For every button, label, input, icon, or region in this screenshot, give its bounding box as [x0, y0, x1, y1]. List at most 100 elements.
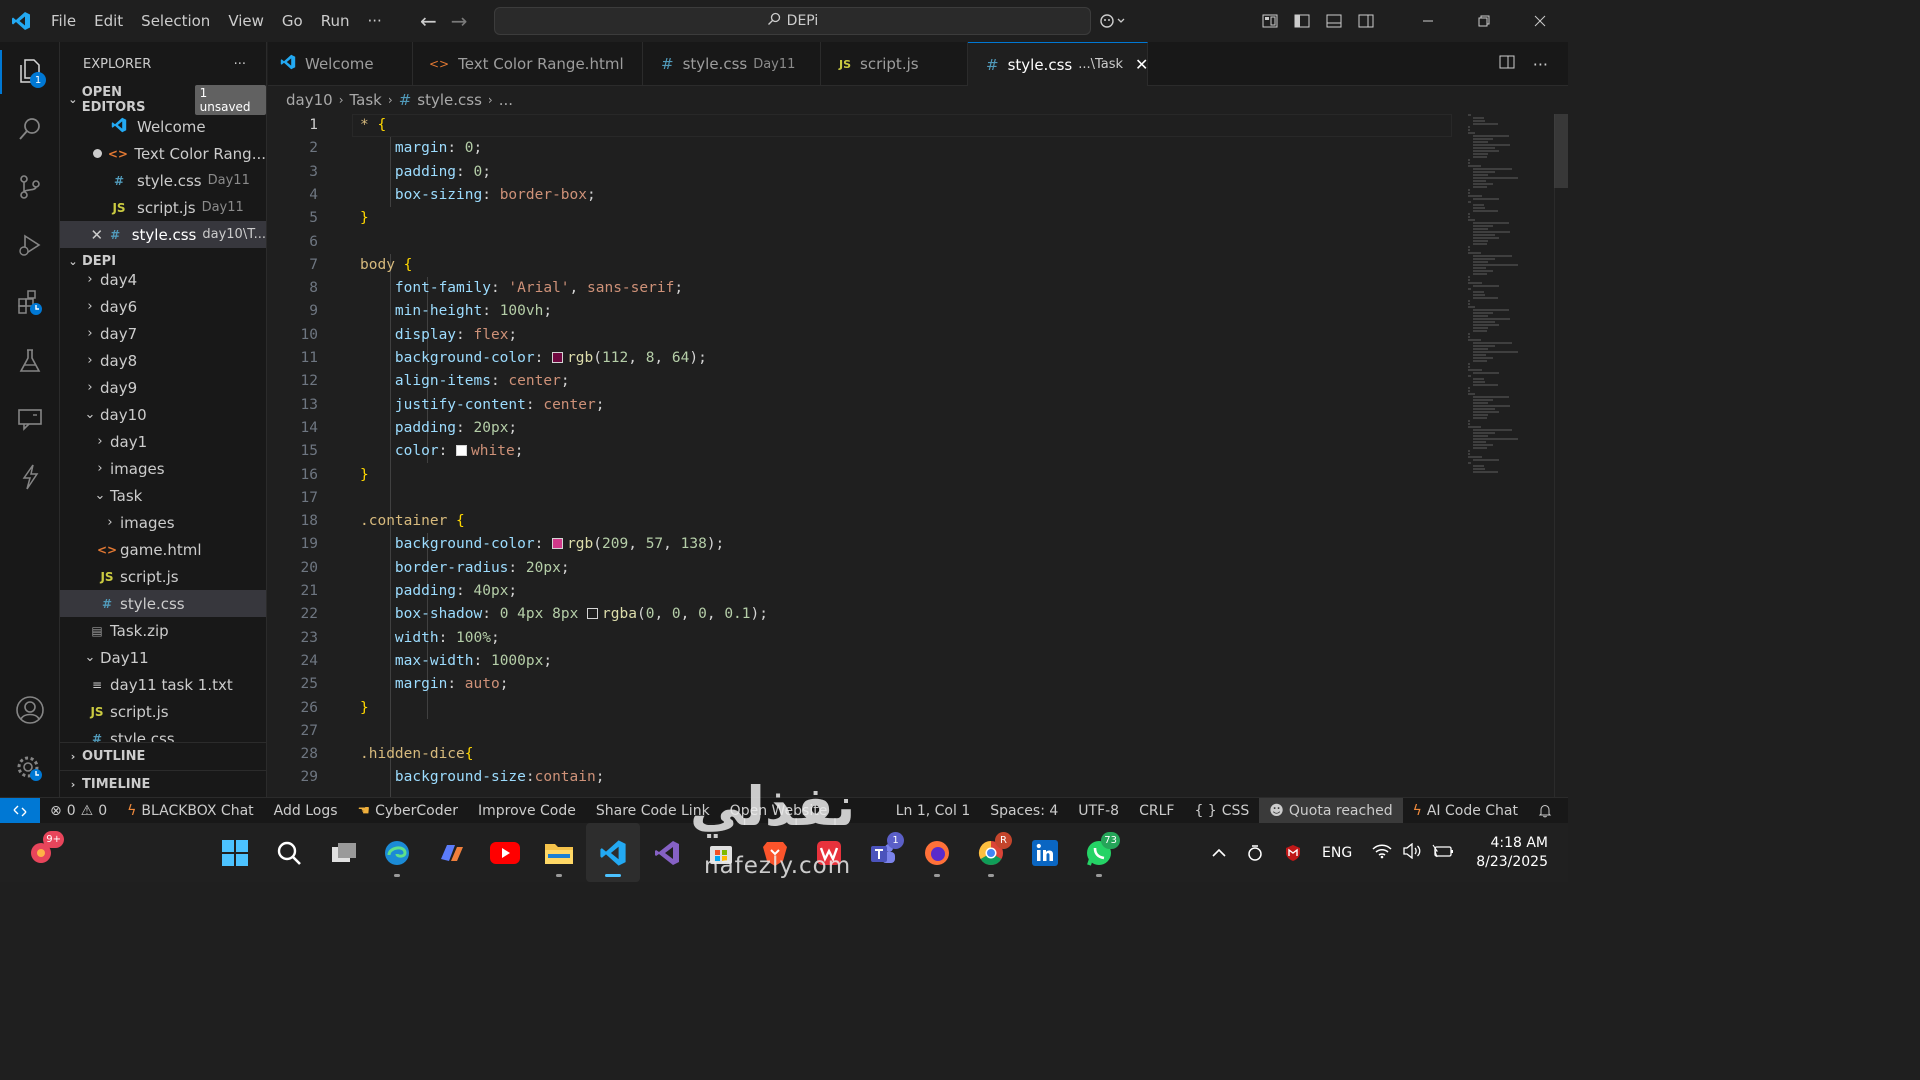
tab-style-css-task[interactable]: # style.css ...\Task ✕	[968, 42, 1148, 86]
taskbar-whatsapp-icon[interactable]: 73	[1072, 823, 1126, 882]
menu-view[interactable]: View	[219, 0, 273, 42]
mcafee-icon[interactable]	[1274, 844, 1312, 862]
taskbar-clock[interactable]: 4:18 AM 8/23/2025	[1464, 834, 1568, 872]
taskbar-brave-icon[interactable]	[748, 823, 802, 882]
code-line[interactable]: 8 font-family: 'Arial', sans-serif;	[268, 277, 1453, 300]
code-line[interactable]: 15 color: white;	[268, 440, 1453, 463]
toggle-panel-icon[interactable]	[1318, 0, 1350, 42]
indentation[interactable]: Spaces: 4	[980, 803, 1068, 819]
tree-folder-task-images[interactable]: › images	[60, 509, 266, 536]
tab-welcome[interactable]: Welcome	[268, 42, 413, 86]
code-line[interactable]: 4 box-sizing: border-box;	[268, 184, 1453, 207]
color-swatch[interactable]	[456, 445, 468, 457]
menu-file[interactable]: File	[42, 0, 85, 42]
breadcrumb-item[interactable]: Task	[350, 91, 382, 109]
encoding[interactable]: UTF-8	[1068, 803, 1129, 819]
accounts-icon[interactable]	[0, 681, 60, 739]
code-line[interactable]: 12 align-items: center;	[268, 370, 1453, 393]
minimap[interactable]	[1460, 114, 1522, 494]
taskbar-start-button[interactable]	[208, 823, 262, 882]
open-editor-welcome[interactable]: Welcome	[60, 113, 266, 140]
tree-file-task-zip[interactable]: ▤ Task.zip	[60, 617, 266, 644]
open-editor-script-js-day11[interactable]: JS script.js Day11	[60, 194, 266, 221]
split-editor-icon[interactable]	[1499, 54, 1515, 74]
tab-text-color-range[interactable]: <> Text Color Range.html	[413, 42, 643, 86]
more-actions-icon[interactable]: ···	[1533, 55, 1548, 74]
taskbar-firefox-icon[interactable]	[910, 823, 964, 882]
menu-run[interactable]: Run	[312, 0, 359, 42]
sync-icon[interactable]	[1236, 844, 1274, 862]
code-line[interactable]: 7 body {	[268, 254, 1453, 277]
run-debug-icon[interactable]	[0, 216, 60, 274]
explorer-icon[interactable]: 1	[0, 42, 60, 100]
end-of-line[interactable]: CRLF	[1129, 803, 1184, 819]
taskbar-search-icon[interactable]	[262, 823, 316, 882]
taskbar-teams-icon[interactable]: 1	[856, 823, 910, 882]
code-line[interactable]: 24 max-width: 1000px;	[268, 650, 1453, 673]
menu-edit[interactable]: Edit	[85, 0, 132, 42]
tab-script-js[interactable]: JS script.js	[821, 42, 968, 86]
open-editors-header[interactable]: ⌄ OPEN EDITORS 1 unsaved	[60, 84, 266, 115]
code-line[interactable]: 10 display: flex;	[268, 324, 1453, 347]
network-volume-battery[interactable]	[1362, 842, 1464, 863]
tree-folder-day11[interactable]: ⌄ Day11	[60, 644, 266, 671]
code-line[interactable]: 25 margin: auto;	[268, 673, 1453, 696]
color-swatch[interactable]	[552, 538, 564, 550]
improve-code-item[interactable]: Improve Code	[468, 803, 586, 819]
add-logs-item[interactable]: Add Logs	[264, 803, 348, 819]
tree-file-day11-script-js[interactable]: JS script.js	[60, 698, 266, 725]
tree-folder-day1[interactable]: › day1	[60, 428, 266, 455]
taskbar-vscode-icon[interactable]	[586, 823, 640, 882]
tree-folder-day8[interactable]: › day8	[60, 347, 266, 374]
language-mode[interactable]: { } CSS	[1184, 803, 1259, 819]
breadcrumb-item[interactable]: ...	[499, 91, 513, 109]
code-line[interactable]: 1 * {	[268, 114, 1453, 137]
code-line[interactable]: 29 background-size:contain;	[268, 766, 1453, 789]
scrollbar-thumb[interactable]	[1554, 114, 1568, 188]
outline-header[interactable]: › OUTLINE	[60, 743, 266, 770]
taskbar-chrome-icon[interactable]: R	[964, 823, 1018, 882]
tree-file-day11-task[interactable]: ≡ day11 task 1.txt	[60, 671, 266, 698]
code-line[interactable]: 5}	[268, 207, 1453, 230]
tree-folder-day7[interactable]: › day7	[60, 320, 266, 347]
code-line[interactable]: 14 padding: 20px;	[268, 417, 1453, 440]
close-window-button[interactable]	[1512, 0, 1568, 42]
open-editor-style-css-day10[interactable]: ✕ # style.css day10\T...	[60, 221, 266, 248]
code-line[interactable]: 13 justify-content: center;	[268, 394, 1453, 417]
code-line[interactable]: 21 padding: 40px;	[268, 580, 1453, 603]
code-line[interactable]: 18 .container {	[268, 510, 1453, 533]
code-line[interactable]: 9 min-height: 100vh;	[268, 300, 1453, 323]
tree-folder-task[interactable]: ⌄ Task	[60, 482, 266, 509]
cursor-position[interactable]: Ln 1, Col 1	[886, 803, 981, 819]
open-editor-text-color-range[interactable]: <> Text Color Rang...	[60, 140, 266, 167]
code-line[interactable]: 3 padding: 0;	[268, 161, 1453, 184]
code-line[interactable]: 11 background-color: rgb(112, 8, 64);	[268, 347, 1453, 370]
blackbox-bolt-icon[interactable]	[0, 448, 60, 506]
close-tab-icon[interactable]: ✕	[1135, 55, 1148, 74]
minimize-button[interactable]	[1400, 0, 1456, 42]
color-swatch[interactable]	[587, 608, 599, 620]
open-website-item[interactable]: Open Website	[720, 803, 838, 819]
taskbar-task-view-icon[interactable]	[317, 823, 371, 882]
code-line[interactable]: 23 width: 100%;	[268, 627, 1453, 650]
timeline-header[interactable]: › TIMELINE	[60, 770, 266, 797]
tree-folder-day6[interactable]: › day6	[60, 293, 266, 320]
menu-selection[interactable]: Selection	[132, 0, 219, 42]
taskbar-edge-icon[interactable]	[370, 823, 424, 882]
explorer-more-actions[interactable]: ···	[234, 57, 246, 72]
close-icon[interactable]: ✕	[88, 226, 106, 244]
copilot-accounts-icon[interactable]	[1090, 0, 1134, 42]
tree-folder-day9[interactable]: › day9	[60, 374, 266, 401]
forward-arrow-icon[interactable]: →	[451, 9, 468, 33]
tab-style-css-day11[interactable]: # style.css Day11	[643, 42, 821, 86]
code-line[interactable]: 17	[268, 487, 1453, 510]
share-code-link-item[interactable]: Share Code Link	[586, 803, 720, 819]
notifications-bell-icon[interactable]	[1528, 804, 1568, 818]
code-editor[interactable]: 1 * {2 margin: 0; 3 padding: 0; 4 box-sizin…	[268, 114, 1568, 797]
taskbar-linkedin-icon[interactable]	[1018, 823, 1072, 882]
testing-flask-icon[interactable]	[0, 332, 60, 390]
tree-file-script-js[interactable]: JS script.js	[60, 563, 266, 590]
search-view-icon[interactable]	[0, 100, 60, 158]
code-line[interactable]: 6	[268, 231, 1453, 254]
taskbar-youtube-icon[interactable]	[478, 823, 532, 882]
